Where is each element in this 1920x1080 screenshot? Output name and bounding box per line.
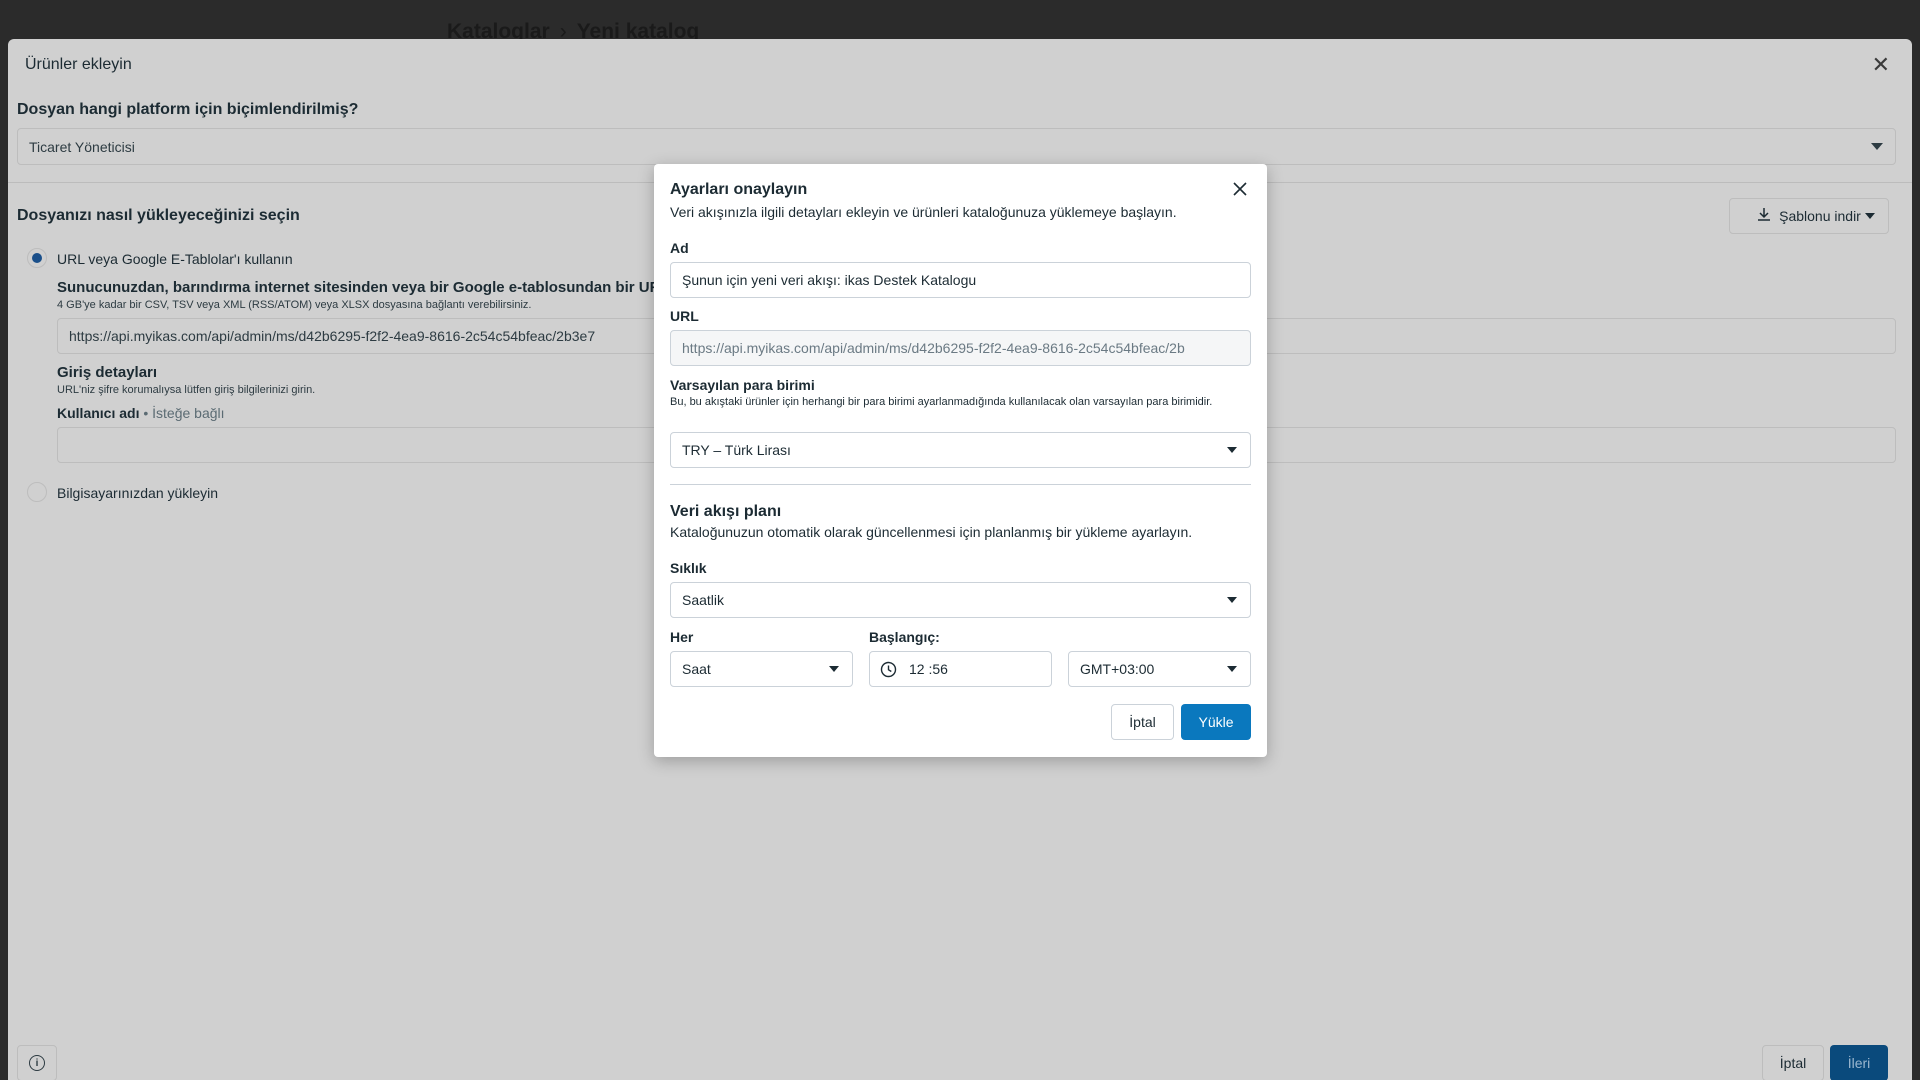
caret-down-icon — [1865, 213, 1875, 219]
url-label: URL — [670, 308, 699, 324]
every-label: Her — [670, 629, 694, 645]
timezone-select-value: GMT+03:00 — [1080, 661, 1155, 677]
username-label-text: Kullanıcı adı — [57, 405, 140, 421]
radio-url[interactable] — [27, 248, 47, 268]
separator-dot: • — [143, 405, 149, 421]
download-template-button[interactable]: Şablonu indir — [1729, 198, 1889, 234]
username-label: Kullanıcı adı • İsteğe bağlı — [57, 405, 225, 421]
timezone-select[interactable]: GMT+03:00 — [1068, 651, 1251, 687]
frequency-select-value: Saatlik — [682, 592, 725, 608]
caret-down-icon — [1871, 143, 1883, 150]
start-time-value: 12 :56 — [909, 661, 948, 677]
url-help-text: 4 GB'ye kadar bir CSV, TSV veya XML (RSS… — [57, 299, 532, 311]
platform-select-value: Ticaret Yöneticisi — [29, 139, 135, 155]
currency-help: Bu, bu akıştaki ürünler için herhangi bi… — [670, 396, 1213, 408]
caret-down-icon — [1227, 597, 1237, 603]
login-help: URL'niz şifre korumalıysa lütfen giriş b… — [57, 384, 316, 396]
login-heading: Giriş detayları — [57, 364, 158, 381]
upload-button[interactable]: Yükle — [1181, 704, 1251, 740]
schedule-heading: Veri akışı planı — [670, 503, 782, 520]
panel-header: Ürünler ekleyin ✕ — [8, 39, 1912, 89]
every-select-value: Saat — [682, 661, 711, 677]
download-template-label: Şablonu indir — [1779, 208, 1861, 224]
next-button[interactable]: İleri — [1830, 1045, 1888, 1080]
cancel-button-background[interactable]: İptal — [1762, 1045, 1824, 1080]
download-icon — [1757, 207, 1771, 225]
top-bar: Kataloglar › Yeni katalog — [0, 0, 1920, 43]
panel-title: Ürünler ekleyin — [25, 56, 132, 73]
url-bold-text: Sunucunuzdan, barındırma internet sitesi… — [57, 279, 670, 296]
dialog-title: Ayarları onaylayın — [670, 181, 808, 198]
every-select[interactable]: Saat — [670, 651, 853, 687]
frequency-select[interactable]: Saatlik — [670, 582, 1251, 618]
info-icon: i — [29, 1055, 45, 1071]
frequency-label: Sıklık — [670, 560, 707, 576]
info-button[interactable]: i — [17, 1045, 57, 1080]
url-input: https://api.myikas.com/api/admin/ms/d42b… — [670, 330, 1251, 366]
caret-down-icon — [1227, 447, 1237, 453]
name-input[interactable]: Şunun için yeni veri akışı: ikas Destek … — [670, 262, 1251, 298]
caret-down-icon — [1227, 666, 1237, 672]
start-time-input[interactable]: 12 :56 — [869, 651, 1052, 687]
close-icon[interactable]: ✕ — [1872, 52, 1890, 78]
caret-down-icon — [829, 666, 839, 672]
name-label: Ad — [670, 240, 689, 256]
radio-url-label: URL veya Google E-Tablolar'ı kullanın — [57, 251, 293, 267]
platform-question: Dosyan hangi platform için biçimlendiril… — [17, 101, 359, 118]
clock-icon — [880, 661, 897, 678]
radio-computer[interactable] — [27, 482, 47, 502]
optional-label: İsteğe bağlı — [152, 405, 225, 421]
close-icon[interactable] — [1231, 180, 1249, 198]
currency-select[interactable]: TRY – Türk Lirası — [670, 432, 1251, 468]
schedule-help: Kataloğunuzun otomatik olarak güncellenm… — [670, 524, 1193, 540]
dialog-subtitle: Veri akışınızla ilgili detayları ekleyin… — [670, 204, 1177, 220]
upload-method-heading: Dosyanızı nasıl yükleyeceğinizi seçin — [17, 207, 300, 224]
platform-select[interactable]: Ticaret Yöneticisi — [17, 128, 1896, 165]
confirm-settings-dialog: Ayarları onaylayın Veri akışınızla ilgil… — [654, 164, 1267, 757]
divider — [670, 484, 1251, 485]
currency-label: Varsayılan para birimi — [670, 377, 815, 393]
radio-computer-label: Bilgisayarınızdan yükleyin — [57, 485, 219, 501]
start-label: Başlangıç: — [869, 629, 940, 645]
currency-select-value: TRY – Türk Lirası — [682, 442, 791, 458]
cancel-button[interactable]: İptal — [1111, 704, 1174, 740]
